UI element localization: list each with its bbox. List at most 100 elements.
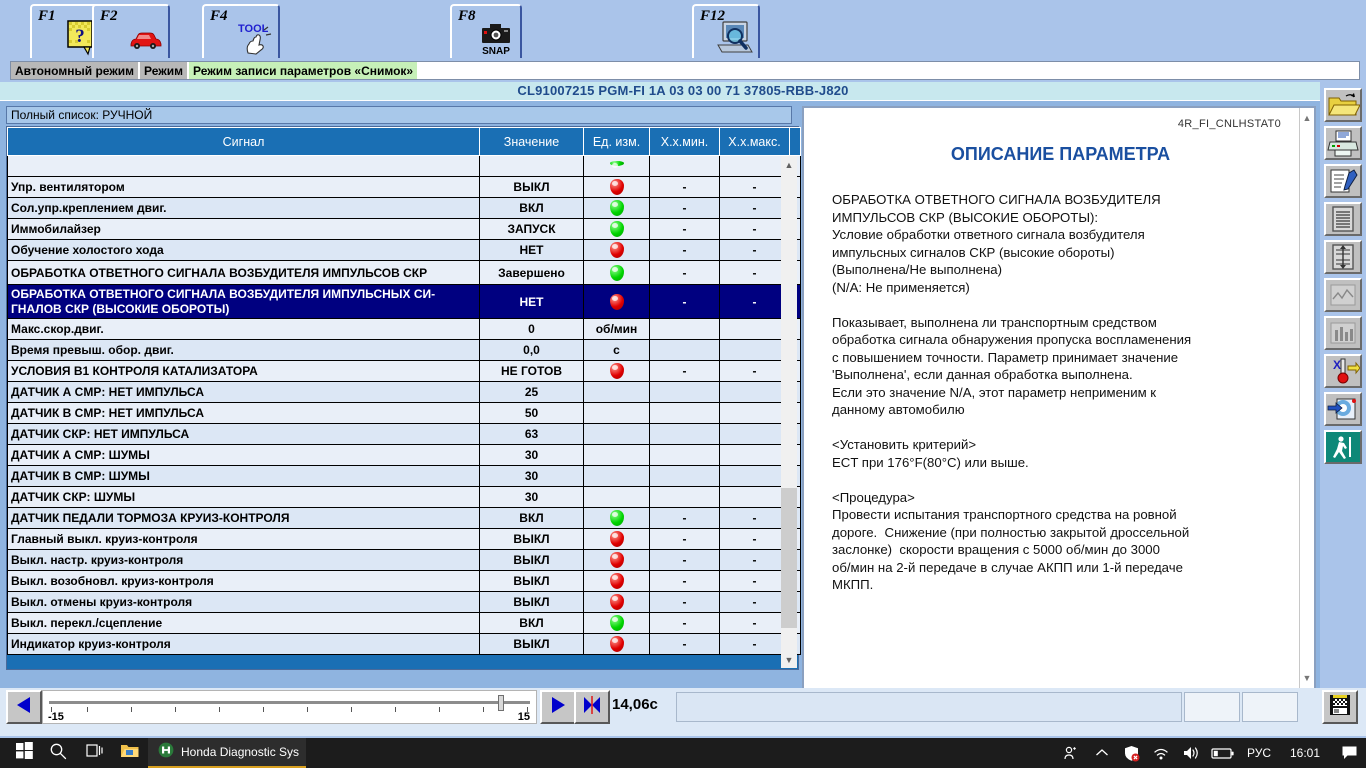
table-row[interactable]: ДАТЧИК СКР: ШУМЫ 30 <box>7 486 801 508</box>
jump-to-end-button[interactable] <box>574 690 610 724</box>
play-button[interactable] <box>540 690 576 724</box>
table-row[interactable]: Выкл. отмены круиз-контроля ВЫКЛ - - <box>7 591 801 613</box>
rail-button-bar-graph[interactable] <box>1324 316 1362 350</box>
cell-idle-max: - <box>719 239 790 261</box>
mode-strip: Автономный режим Режим Режим записи пара… <box>0 60 1366 82</box>
status-lamp-green <box>609 264 624 281</box>
table-row[interactable]: Иммобилайзер ЗАПУСК - - <box>7 218 801 240</box>
exit-door-icon <box>1326 434 1360 466</box>
chevron-up-icon[interactable] <box>1088 738 1116 768</box>
prev-frame-button[interactable] <box>6 690 42 724</box>
cell-idle-min <box>649 423 720 445</box>
rail-button-edit-note[interactable] <box>1324 164 1362 198</box>
offline-mode-chip: Автономный режим <box>11 62 139 79</box>
action-center-icon[interactable] <box>1332 738 1366 768</box>
cell-unit <box>583 381 650 403</box>
task-view-button[interactable] <box>76 738 112 768</box>
tool-rail: X <box>1320 82 1366 738</box>
cell-idle-max <box>719 318 790 340</box>
rail-button-exit[interactable] <box>1324 430 1362 464</box>
table-row[interactable]: Индикатор круиз-контроля ВЫКЛ - - <box>7 633 801 655</box>
table-row[interactable]: Выкл. перекл./сцепление ВКЛ - - <box>7 612 801 634</box>
description-scrollbar[interactable]: ▲ ▼ <box>1299 108 1314 688</box>
task-view-icon <box>85 742 104 764</box>
table-row[interactable]: ДАТЧИК ПЕДАЛИ ТОРМОЗА КРУИЗ-КОНТРОЛЯ ВКЛ -… <box>7 507 801 529</box>
cell-idle-min <box>649 339 720 361</box>
table-row[interactable]: Упр. вентилятором ВЫКЛ - - <box>7 176 801 198</box>
save-button[interactable] <box>1322 690 1358 724</box>
cell-signal: Выкл. возобновл. круиз-контроля <box>7 570 480 592</box>
cell-idle-max <box>719 465 790 487</box>
ecu-id-bar: CL91007215 PGM-FI 1A 03 03 00 71 37805-R… <box>0 82 1366 100</box>
table-row[interactable]: Обучение холостого хода НЕТ - - <box>7 239 801 261</box>
column-header-idle-min[interactable]: Х.х.мин. <box>649 127 720 156</box>
rail-button-resize-rows[interactable] <box>1324 240 1362 274</box>
column-header-idle-max[interactable]: Х.х.макс. <box>719 127 790 156</box>
table-header-row: Сигнал Значение Ед. изм. Х.х.мин. Х.х.ма… <box>7 127 801 156</box>
fkey-button-f12[interactable]: F12 <box>692 4 760 58</box>
table-row[interactable]: ОБРАБОТКА ОТВЕТНОГО СИГНАЛА ВОЗБУДИТЕЛЯ … <box>7 260 801 285</box>
table-row[interactable]: ОБРАБОТКА ОТВЕТНОГО СИГНАЛА ВОЗБУДИТЕЛЯ … <box>7 284 801 319</box>
fkey-button-f4[interactable]: F4 TOOL <box>202 4 280 58</box>
cell-idle-min: - <box>649 176 720 198</box>
scrollbar-thumb[interactable] <box>781 488 797 628</box>
rail-button-list[interactable] <box>1324 202 1362 236</box>
table-row[interactable]: ДАТЧИК В CMP: ШУМЫ 30 <box>7 465 801 487</box>
desc-scroll-up-icon[interactable]: ▲ <box>1300 110 1314 126</box>
taskbar-clock[interactable]: 16:01 <box>1278 738 1332 768</box>
taskbar-app-honda-diagnostic[interactable]: Honda Diagnostic Sys <box>148 738 306 768</box>
table-row[interactable]: УСЛОВИЯ В1 КОНТРОЛЯ КАТАЛИЗАТОРА НЕ ГОТОВ… <box>7 360 801 382</box>
fkey-label: F4 <box>210 8 228 24</box>
battery-icon[interactable] <box>1206 738 1240 768</box>
column-header-value[interactable]: Значение <box>479 127 584 156</box>
fkey-label: F1 <box>38 8 56 24</box>
table-row[interactable]: Макс.скор.двиг. 0 об/мин <box>7 318 801 340</box>
fkey-label: F8 <box>458 8 476 24</box>
cell-value: ВЫКЛ <box>479 528 584 550</box>
search-button[interactable] <box>40 738 76 768</box>
cell-value: 0 <box>479 318 584 340</box>
column-header-unit[interactable]: Ед. изм. <box>583 127 650 156</box>
volume-icon[interactable] <box>1176 738 1206 768</box>
table-row[interactable]: Выкл. возобновл. круиз-контроля ВЫКЛ - - <box>7 570 801 592</box>
table-row[interactable]: ДАТЧИК В CMP: НЕТ ИМПУЛЬСА 50 <box>7 402 801 424</box>
parameter-table[interactable]: Сигнал Значение Ед. изм. Х.х.мин. Х.х.ма… <box>6 126 801 670</box>
cell-idle-min: - <box>649 197 720 219</box>
table-scrollbar[interactable]: ▲ ▼ <box>781 156 797 668</box>
table-row[interactable]: Выкл. настр. круиз-контроля ВЫКЛ - - <box>7 549 801 571</box>
wifi-icon[interactable] <box>1146 738 1176 768</box>
table-row[interactable]: ДАТЧИК А CMP: ШУМЫ 30 <box>7 444 801 466</box>
defender-shield-icon[interactable] <box>1116 738 1146 768</box>
desc-scroll-down-icon[interactable]: ▼ <box>1300 670 1314 686</box>
cell-value: ВЫКЛ <box>479 176 584 198</box>
fkey-button-f2[interactable]: F2 <box>92 4 170 58</box>
slider-min-label: -15 <box>48 711 64 723</box>
table-row[interactable]: ДАТЧИК А CMP: НЕТ ИМПУЛЬСА 25 <box>7 381 801 403</box>
rail-button-line-graph[interactable] <box>1324 278 1362 312</box>
rail-button-import[interactable] <box>1324 392 1362 426</box>
rail-button-open[interactable] <box>1324 88 1362 122</box>
people-icon[interactable] <box>1054 738 1088 768</box>
cell-unit <box>583 591 650 613</box>
scroll-down-icon[interactable]: ▼ <box>781 651 797 668</box>
thermometer-icon: X <box>1326 358 1361 390</box>
table-row[interactable]: Время превыш. обор. двиг. 0,0 с <box>7 339 801 361</box>
language-indicator[interactable]: РУС <box>1240 738 1278 768</box>
file-explorer-button[interactable] <box>112 738 148 768</box>
rail-button-temperature[interactable]: X <box>1324 354 1362 388</box>
list-title: Полный список: РУЧНОЙ <box>6 106 792 124</box>
scroll-up-icon[interactable]: ▲ <box>781 156 797 173</box>
slider-thumb[interactable] <box>498 695 504 711</box>
cell-value: ВЫКЛ <box>479 549 584 571</box>
table-row[interactable]: ДАТЧИК СКР: НЕТ ИМПУЛЬСА 63 <box>7 423 801 445</box>
open-folder-icon <box>1326 93 1361 124</box>
fkey-button-f8[interactable]: F8 SNAP <box>450 4 522 58</box>
table-row[interactable]: Сол.упр.креплением двиг. ВКЛ - - <box>7 197 801 219</box>
column-header-signal[interactable]: Сигнал <box>7 127 480 156</box>
cell-idle-min: - <box>649 633 720 655</box>
status-lamp-green <box>609 160 624 168</box>
rail-button-print[interactable] <box>1324 126 1362 160</box>
timeline-slider[interactable]: -15 15 <box>42 690 537 724</box>
table-row[interactable]: Главный выкл. круиз-контроля ВЫКЛ - - <box>7 528 801 550</box>
status-lamp-red <box>609 573 624 589</box>
